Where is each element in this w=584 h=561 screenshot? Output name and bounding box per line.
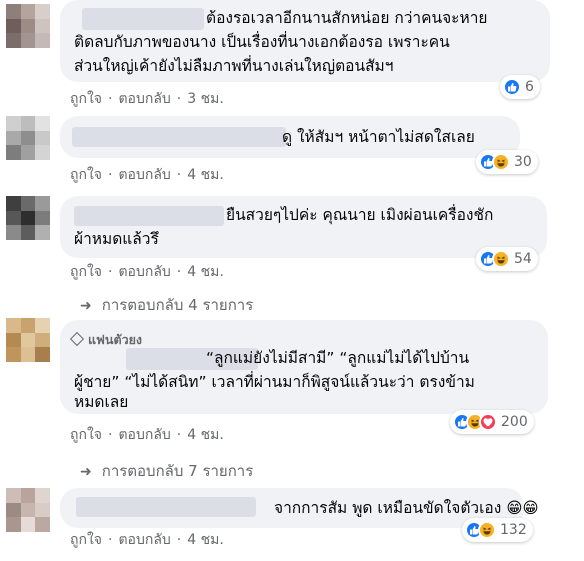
comment-text-line: ต้องรอเวลาอีกนานสักหน่อย กว่าคนจะหาย [206,9,488,27]
timestamp[interactable]: 3 ชม. [187,88,224,110]
redacted-author-name [82,8,204,30]
comment-actions: ถูกใจ · ตอบกลับ · 3 ชม. [70,88,224,110]
reaction-count: 200 [501,414,528,430]
comment-actions: ถูกใจ · ตอบกลับ · 4 ชม. [70,424,224,446]
comment-text-line: ยืนสวยๆไปค่ะ คุณนาย เมิงผ่อนเครื่องชัก [226,206,494,224]
timestamp[interactable]: 4 ชม. [187,529,224,551]
reaction-count: 54 [514,251,532,267]
comment-text-line: จากการสัม พูด เหมือนขัดใจตัวเอง 😁😁 [274,499,539,517]
comment-bubble: ยืนสวยๆไปค่ะ คุณนาย เมิงผ่อนเครื่องชัก ผ… [60,196,547,258]
comment-text-line: ติดลบกับภาพของนาง เป็นเรื่องที่นางเอกต้อ… [74,33,450,51]
avatar[interactable] [6,196,50,240]
timestamp[interactable]: 4 ชม. [187,164,224,186]
reaction-summary[interactable]: 6 [500,75,540,99]
like-link[interactable]: ถูกใจ [70,261,102,283]
haha-icon [478,521,496,539]
fan-badge[interactable]: แฟนตัวยง [69,330,143,350]
comment-text-line: ดู ให้สัมฯ หน้าตาไม่สดใสเลย [282,128,475,146]
timestamp[interactable]: 4 ชม. [187,424,224,446]
haha-icon [492,153,510,171]
reply-link[interactable]: ตอบกลับ [118,164,170,186]
reaction-summary[interactable]: 54 [476,247,538,271]
redacted-author-name [76,497,256,517]
comment-text-line: หมดเลย [74,393,129,411]
comment-actions: ถูกใจ · ตอบกลับ · 4 ชม. [70,529,224,551]
avatar[interactable] [6,4,50,48]
comment-bubble: ดู ให้สัมฯ หน้าตาไม่สดใสเลย [60,116,520,158]
comment-actions: ถูกใจ · ตอบกลับ · 4 ชม. [70,164,224,186]
like-link[interactable]: ถูกใจ [70,88,102,110]
reply-arrow-icon: ➜ [80,298,92,314]
reply-link[interactable]: ตอบกลับ [118,529,170,551]
reaction-summary[interactable]: 30 [476,150,538,174]
reaction-count: 30 [514,154,532,170]
redacted-author-name [72,127,286,147]
reaction-summary[interactable]: 200 [450,410,534,434]
love-icon [479,413,497,431]
like-icon [503,78,521,96]
comment-text-line: ส่วนใหญ่เค้ายังไม่ลืมภาพที่นางเล่นใหญ่ตอ… [74,57,394,75]
reaction-count: 6 [525,79,534,95]
avatar[interactable] [6,116,50,160]
comment-text-line: ผู้ชาย” “ไม่ได้สนิท” เวลาที่ผ่านมาก็พิสู… [74,373,475,391]
reply-link[interactable]: ตอบกลับ [118,88,170,110]
reaction-count: 132 [500,522,527,538]
reply-link[interactable]: ตอบกลับ [118,261,170,283]
fan-badge-label: แฟนตัวยง [88,332,143,347]
diamond-icon [69,331,85,347]
avatar[interactable] [6,318,50,362]
like-link[interactable]: ถูกใจ [70,529,102,551]
replies-count-label[interactable]: การตอบกลับ 7 รายการ [102,462,254,480]
reply-link[interactable]: ตอบกลับ [118,424,170,446]
replies-count-label[interactable]: การตอบกลับ 4 รายการ [102,296,254,314]
haha-icon [492,250,510,268]
redacted-author-name [74,206,224,226]
comment-actions: ถูกใจ · ตอบกลับ · 4 ชม. [70,261,224,283]
like-link[interactable]: ถูกใจ [70,164,102,186]
timestamp[interactable]: 4 ชม. [187,261,224,283]
like-link[interactable]: ถูกใจ [70,424,102,446]
comment-text-line: ผ้าหมดแล้วรึ [74,230,159,248]
reaction-summary[interactable]: 132 [462,518,533,542]
comment-bubble: ต้องรอเวลาอีกนานสักหน่อย กว่าคนจะหาย ติด… [60,0,550,82]
comment-text-line: “ลูกแม่ยังไม่มีสามี” “ลูกแม่ไม่ได้ไปบ้าน [206,349,470,367]
view-replies-link[interactable]: ➜ การตอบกลับ 4 รายการ [80,293,253,317]
avatar[interactable] [6,488,50,532]
comment-bubble: จากการสัม พูด เหมือนขัดใจตัวเอง 😁😁 [60,488,539,528]
reply-arrow-icon: ➜ [80,464,92,480]
view-replies-link[interactable]: ➜ การตอบกลับ 7 รายการ [80,459,253,483]
